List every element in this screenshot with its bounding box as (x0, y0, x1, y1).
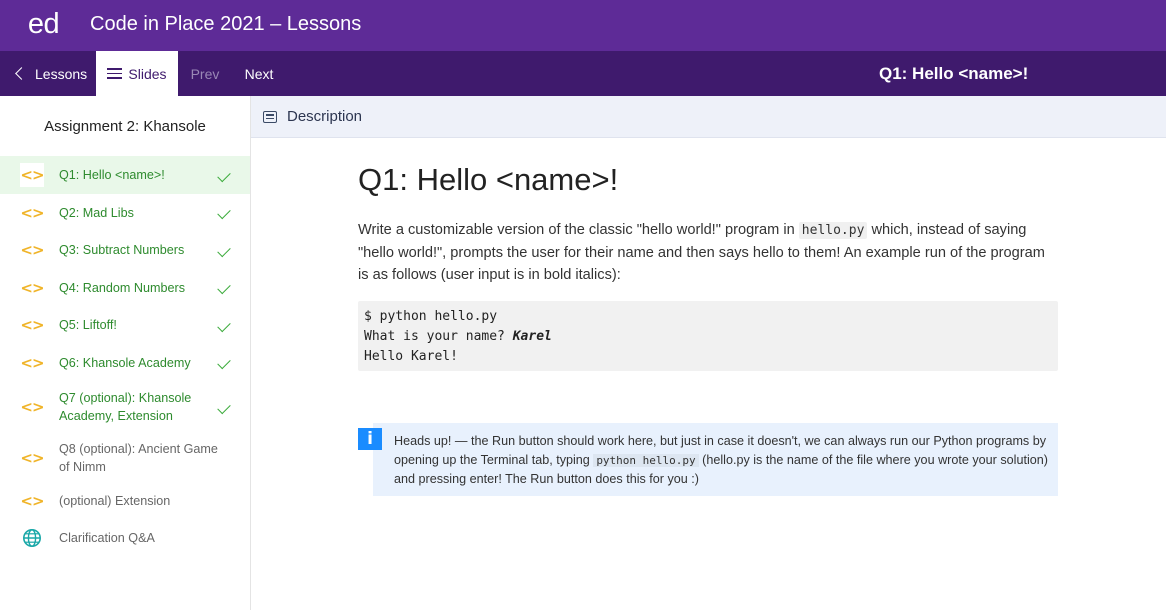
ed-logo[interactable]: ed (0, 8, 90, 44)
description-tab[interactable]: Description (287, 108, 362, 125)
slides-button[interactable]: Slides (96, 51, 178, 96)
lesson-heading: Q1: Hello <name>! (358, 162, 619, 197)
sidebar-item-clarification[interactable]: Clarification Q&A (0, 519, 250, 557)
inline-code: hello.py (798, 222, 868, 239)
lessons-label: Lessons (35, 65, 88, 82)
sidebar-item-label: Q7 (optional): Khansole Academy, Extensi… (59, 391, 192, 423)
chevron-left-icon (15, 67, 28, 80)
sidebar-item-q3[interactable]: <> Q3: Subtract Numbers (0, 231, 250, 269)
lesson-nav-bar: Lessons Slides Prev Next Q1: Hello <name… (0, 51, 1166, 96)
paragraph-text: Write a customizable version of the clas… (358, 222, 799, 238)
globe-icon (20, 526, 44, 550)
code-line: What is your name? (364, 329, 513, 344)
code-icon: <> (20, 316, 44, 334)
current-lesson-title: Q1: Hello <name>! (879, 63, 1029, 83)
sidebar-item-q1[interactable]: <> Q1: Hello <name>! (0, 156, 250, 194)
code-line: $ python hello.py (364, 309, 498, 324)
info-icon: i (358, 428, 382, 450)
code-user-input: Karel (512, 329, 552, 344)
sidebar-item-q4[interactable]: <> Q4: Random Numbers (0, 269, 250, 306)
sidebar-item-label: Q4: Random Numbers (59, 280, 185, 295)
sidebar-item-label: Q2: Mad Libs (59, 205, 134, 220)
lesson-paragraph: Write a customizable version of the clas… (358, 219, 1058, 286)
code-icon: <> (20, 492, 44, 510)
sidebar-item-q2[interactable]: <> Q2: Mad Libs (0, 194, 250, 231)
description-tab-bar: Description (251, 96, 1166, 138)
slides-label: Slides (128, 65, 167, 82)
sidebar-item-label: Q8 (optional): Ancient Game of Nimm (59, 442, 218, 474)
code-icon: <> (20, 449, 44, 467)
top-bar: ed Code in Place 2021 – Lessons (0, 0, 1166, 51)
lesson-sidebar: Assignment 2: Khansole <> Q1: Hello <nam… (0, 96, 251, 610)
description-icon (263, 110, 277, 123)
sidebar-item-q7[interactable]: <> Q7 (optional): Khansole Academy, Exte… (0, 381, 250, 433)
sidebar-item-q5[interactable]: <> Q5: Liftoff! (0, 306, 250, 344)
inline-code: python hello.py (593, 454, 699, 467)
sidebar-item-extension[interactable]: <> (optional) Extension (0, 483, 250, 519)
lessons-back-button[interactable]: Lessons (0, 51, 96, 96)
sidebar-item-label: Q1: Hello <name>! (59, 168, 165, 182)
code-icon: <> (20, 163, 45, 187)
code-block: $ python hello.py What is your name? Kar… (358, 301, 1058, 371)
app-title: Code in Place 2021 – Lessons (90, 13, 362, 35)
next-button[interactable]: Next (232, 51, 286, 96)
sidebar-item-label: (optional) Extension (59, 494, 171, 508)
callout-text: Heads up! — the Run button should work h… (373, 423, 1058, 496)
info-callout: Heads up! — the Run button should work h… (358, 423, 1058, 496)
code-line: Hello Karel! (364, 349, 458, 364)
code-icon: <> (20, 203, 44, 222)
prev-button[interactable]: Prev (178, 51, 232, 96)
sidebar-item-q6[interactable]: <> Q6: Khansole Academy (0, 344, 250, 381)
sidebar-item-label: Q3: Subtract Numbers (59, 243, 185, 257)
sidebar-item-label: Q5: Liftoff! (59, 318, 117, 332)
code-icon: <> (20, 278, 44, 297)
code-icon: <> (20, 241, 44, 259)
sidebar-item-q8[interactable]: <> Q8 (optional): Ancient Game of Nimm (0, 433, 250, 483)
code-icon: <> (20, 353, 44, 372)
code-icon: <> (20, 398, 44, 416)
sidebar-item-label: Q6: Khansole Academy (59, 355, 191, 370)
sidebar-item-label: Clarification Q&A (59, 531, 155, 545)
menu-icon (107, 68, 123, 79)
sidebar-heading: Assignment 2: Khansole (44, 118, 206, 135)
